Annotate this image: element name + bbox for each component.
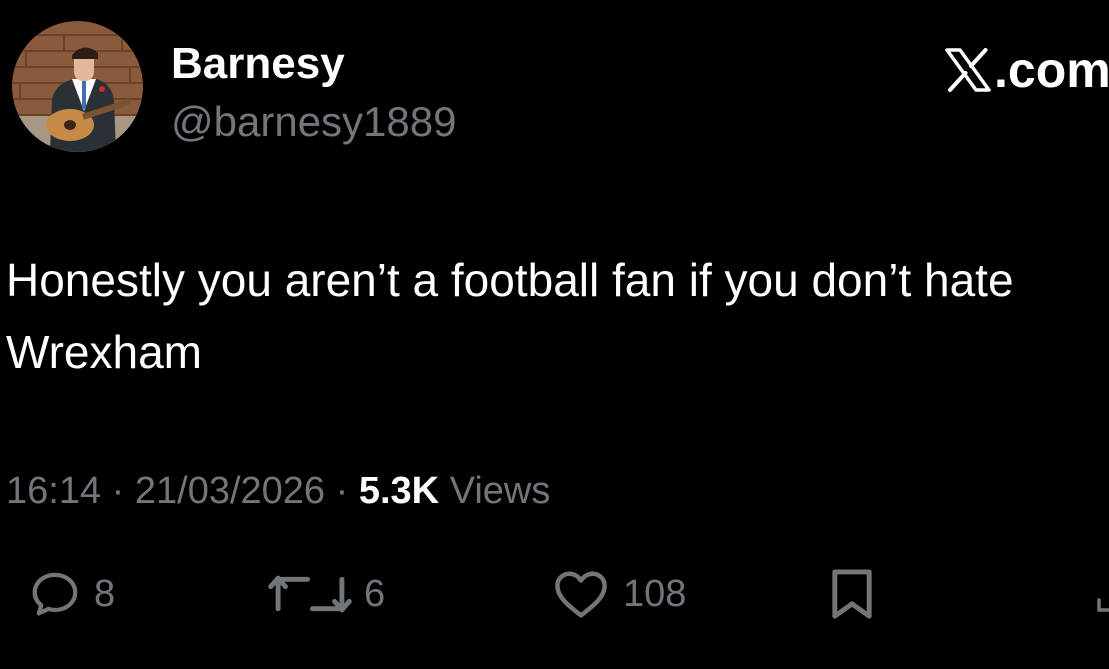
share-button[interactable] (1090, 570, 1109, 618)
x-brand-watermark: .com (944, 42, 1109, 98)
reply-button[interactable]: 8 (28, 567, 115, 621)
author-display-name[interactable]: Barnesy (171, 40, 345, 88)
meta-separator: · (111, 470, 125, 512)
like-count: 108 (623, 572, 687, 615)
share-icon (1097, 598, 1109, 612)
x-logo-icon (945, 48, 991, 92)
bookmark-icon (832, 569, 872, 619)
reply-icon (32, 572, 78, 616)
brand-domain: .com (994, 42, 1109, 98)
tweet-date[interactable]: 21/03/2026 (135, 470, 325, 512)
tweet-text: Honestly you aren’t a football fan if yo… (6, 254, 1014, 378)
bookmark-button[interactable] (826, 567, 878, 621)
reply-count: 8 (94, 572, 116, 615)
views-label: Views (449, 470, 551, 512)
like-button[interactable]: 108 (551, 567, 686, 621)
guitarist-avatar (12, 21, 143, 152)
repost-count: 6 (364, 572, 386, 615)
views-count: 5.3K (358, 470, 440, 512)
meta-separator: · (335, 470, 349, 512)
author-handle[interactable]: @barnesy1889 (171, 98, 457, 146)
author-avatar[interactable] (12, 21, 143, 152)
tweet-time[interactable]: 16:14 (6, 470, 101, 512)
tweet-meta: 16:14 · 21/03/2026 · 5.3K Views (6, 466, 550, 516)
heart-icon (555, 571, 607, 618)
repost-button[interactable]: 6 (268, 567, 385, 621)
repost-icon (268, 575, 352, 613)
